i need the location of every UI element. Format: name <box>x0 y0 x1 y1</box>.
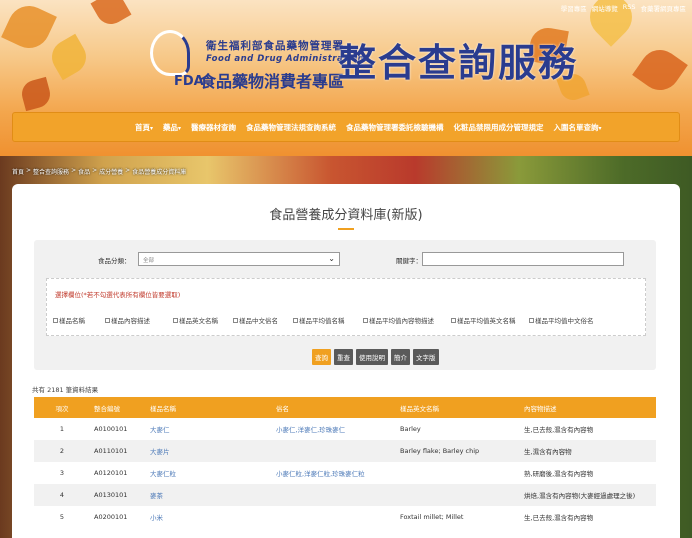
site-name: 食品藥物消費者專區 <box>200 72 345 91</box>
intro-button[interactable]: 簡介 <box>391 349 410 365</box>
page-title: 食品營養成分資料庫(新版) <box>269 208 423 223</box>
column-header[interactable]: 內容物描述 <box>520 397 656 418</box>
table-row: 2 A0110101 大麥片 Barley flake; Barley chip… <box>34 440 656 462</box>
table-header-row: 項次 整合編號 樣品名稱 俗名 樣品英文名稱 內容物描述 <box>34 397 656 418</box>
help-button[interactable]: 使用說明 <box>356 349 388 365</box>
caret-down-icon: ▾ <box>150 124 154 132</box>
leaf-decoration <box>45 33 93 81</box>
nav-item-drugs[interactable]: 藥品▾ <box>163 122 181 133</box>
sample-name-link[interactable]: 小米 <box>146 506 272 528</box>
column-header[interactable]: 俗名 <box>272 397 396 418</box>
leaf-decoration <box>1 0 57 55</box>
main-content: 食品營養成分資料庫(新版) 食品分類： 全部 ⌄ 關鍵字： 選擇欄位(*若不勾選… <box>12 184 680 538</box>
leaf-decoration <box>18 76 54 112</box>
keyword-input[interactable] <box>422 252 624 266</box>
header-banner: 學習專區 網站導覽 RSS 食藥署網頁專區 FDA 衛生福利部食品藥物管理署 F… <box>0 0 692 160</box>
search-panel: 食品分類： 全部 ⌄ 關鍵字： 選擇欄位(*若不勾選代表所有欄位皆要選取) 樣品… <box>34 240 656 370</box>
leaf-decoration <box>90 0 132 30</box>
results-table: 項次 整合編號 樣品名稱 俗名 樣品英文名稱 內容物描述 1 A0100101 … <box>34 397 656 528</box>
reset-button[interactable]: 重查 <box>334 349 353 365</box>
sample-name-link[interactable]: 大麥片 <box>146 440 272 462</box>
checkbox-average-description[interactable]: 樣品平均值內容物描述 <box>363 315 451 325</box>
checkbox-sample-name[interactable]: 樣品名稱 <box>53 315 105 325</box>
breadcrumb-item[interactable]: 整合查詢服務 <box>33 167 69 176</box>
checkbox-sample-common-name[interactable]: 樣品中文俗名 <box>233 315 293 325</box>
search-button[interactable]: 查詢 <box>312 349 331 365</box>
toplink-rss[interactable]: RSS <box>623 3 636 13</box>
column-header[interactable]: 項次 <box>34 397 90 418</box>
column-select-hint: 選擇欄位(*若不勾選代表所有欄位皆要選取) <box>55 291 181 299</box>
org-name: 衛生福利部食品藥物管理署 <box>206 40 344 52</box>
table-row: 5 A0200101 小米 Foxtail millet; Millet 生,已… <box>34 506 656 528</box>
breadcrumb-current: 食品營養成分資料庫 <box>132 169 187 176</box>
column-header[interactable]: 整合編號 <box>90 397 146 418</box>
checkbox-sample-english-name[interactable]: 樣品英文名稱 <box>173 315 233 325</box>
toplink-learning[interactable]: 學習專區 <box>561 3 587 13</box>
breadcrumb-item[interactable]: 首頁 <box>12 167 24 176</box>
nav-item-devices[interactable]: 醫療器材查詢 <box>191 122 236 133</box>
checkbox-average-english-name[interactable]: 樣品平均值英文名稱 <box>451 315 529 325</box>
caret-down-icon: ▾ <box>178 124 182 132</box>
column-header[interactable]: 樣品名稱 <box>146 397 272 418</box>
breadcrumb-item[interactable]: 成分營養 <box>99 167 123 176</box>
result-count: 共有 2181 筆資料結果 <box>32 386 99 394</box>
fda-logo[interactable]: FDA <box>146 30 204 90</box>
breadcrumb-item[interactable]: 食品 <box>78 167 90 176</box>
sample-name-link[interactable]: 大麥仁粒 <box>146 462 272 484</box>
checkbox-average-name[interactable]: 樣品平均值名稱 <box>293 315 363 325</box>
checkbox-sample-description[interactable]: 樣品內容描述 <box>105 315 173 325</box>
caret-down-icon: ▾ <box>598 124 602 132</box>
keyword-label: 關鍵字： <box>396 257 422 265</box>
title-underline <box>338 228 354 230</box>
nav-item-labs[interactable]: 食品藥物管理署委託檢驗機構 <box>346 122 444 133</box>
service-title: 整合查詢服務 <box>338 41 579 85</box>
sample-name-link[interactable]: 麥茶 <box>146 484 272 506</box>
category-select[interactable]: 全部 ⌄ <box>138 252 340 266</box>
nav-item-home[interactable]: 首頁▾ <box>135 122 153 133</box>
table-row: 1 A0100101 大麥仁 小麥仁,洋麥仁,珍珠麥仁 Barley 生,已去殼… <box>34 418 656 440</box>
main-nav: 首頁▾ 藥品▾ 醫療器材查詢 食品藥物管理法規查詢系統 食品藥物管理署委託檢驗機… <box>12 112 680 142</box>
column-checkboxes: 樣品名稱 樣品內容描述 樣品英文名稱 樣品中文俗名 樣品平均值名稱 樣品平均值內… <box>53 315 599 325</box>
action-buttons: 查詢 重查 使用說明 簡介 文字版 <box>312 349 439 365</box>
category-label: 食品分類： <box>98 257 131 265</box>
butterfly-logo-icon <box>150 30 190 76</box>
breadcrumb: 首頁 > 整合查詢服務 > 食品 > 成分營養 > 食品營養成分資料庫 <box>12 167 187 176</box>
sample-name-link[interactable]: 大麥仁 <box>146 418 272 440</box>
table-row: 4 A0130101 麥茶 烘焙,濕含有內容物(大麥經過處理之後) <box>34 484 656 506</box>
leaf-decoration <box>632 42 688 98</box>
nav-item-regulations[interactable]: 食品藥物管理法規查詢系統 <box>246 122 336 133</box>
nav-item-cosmetics[interactable]: 化粧品禁限用成分管理規定 <box>454 122 544 133</box>
top-links: 學習專區 網站導覽 RSS 食藥署網頁專區 <box>561 3 686 13</box>
column-select-box: 選擇欄位(*若不勾選代表所有欄位皆要選取) 樣品名稱 樣品內容描述 樣品英文名稱… <box>46 278 646 336</box>
toplink-sitemap[interactable]: 網站導覽 <box>592 3 618 13</box>
chevron-down-icon: ⌄ <box>328 254 335 263</box>
text-version-button[interactable]: 文字版 <box>413 349 439 365</box>
column-header[interactable]: 樣品英文名稱 <box>396 397 520 418</box>
checkbox-average-common-name[interactable]: 樣品平均值中文俗名 <box>529 315 599 325</box>
table-row: 3 A0120101 大麥仁粒 小麥仁粒,洋麥仁粒,珍珠麥仁粒 熟,研磨後,濕含… <box>34 462 656 484</box>
toplink-fda-site[interactable]: 食藥署網頁專區 <box>641 3 687 13</box>
nav-item-shortlist[interactable]: 入圍名單查詢▾ <box>554 122 602 133</box>
